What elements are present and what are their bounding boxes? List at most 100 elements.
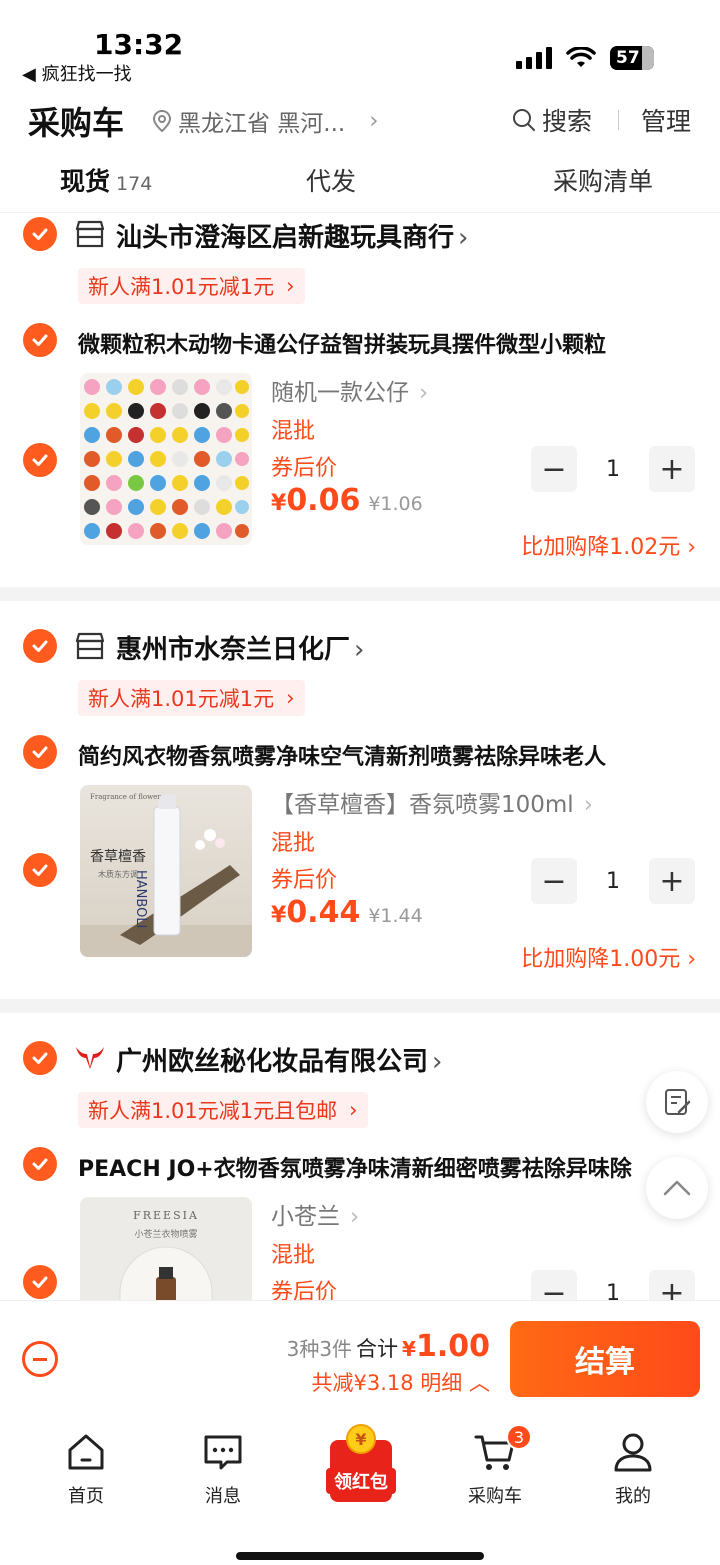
spray-bottle-illustration: HANBOLI Fragrance of flower 香草檀香 木质东方调 (80, 793, 252, 957)
tabbar-cart[interactable]: 3 采购车 (450, 1424, 540, 1508)
mixed-batch-tag: 混批 (271, 831, 316, 856)
price-drop-link[interactable]: 比加购降1.02元 › (521, 529, 696, 561)
item-checkbox[interactable] (23, 1147, 57, 1181)
chevron-right-icon: › (286, 274, 295, 298)
item-title[interactable]: PEACH JO+衣物香氛喷雾净味清新细密喷雾祛除异味除 (78, 1151, 678, 1183)
freesia-brand-text: FREESIA (133, 1209, 199, 1222)
increase-button[interactable]: + (649, 858, 695, 904)
tab-in-stock[interactable]: 现货 174 (60, 162, 152, 198)
after-coupon-label: 券后价 (271, 868, 338, 893)
wifi-icon (566, 47, 596, 67)
deselect-all-button[interactable] (22, 1341, 58, 1377)
tabbar-redpacket[interactable]: ¥ 领红包 (326, 1424, 396, 1502)
shop-name[interactable]: 广州欧丝秘化妆品有限公司 › (116, 1041, 442, 1078)
quantity-value[interactable]: 1 (606, 1281, 620, 1301)
sku-selector[interactable]: 随机一款公仔 › (271, 373, 428, 407)
shop-checkbox[interactable] (23, 629, 57, 663)
shop-name[interactable]: 汕头市澄海区启新趣玩具商行 › (116, 217, 468, 254)
battery-level: 57 (616, 48, 640, 68)
shop-checkbox[interactable] (23, 1041, 57, 1075)
tab-purchase-list[interactable]: 采购清单 (553, 162, 653, 198)
sku-checkbox[interactable] (23, 1265, 57, 1299)
freesia-name-text: 小苍兰衣物喷雾 (134, 1228, 197, 1240)
chevron-right-icon: › (350, 1204, 360, 1230)
home-icon (68, 1434, 104, 1470)
item-checkbox[interactable] (23, 735, 57, 769)
tabbar-home[interactable]: 首页 (41, 1430, 131, 1508)
header: 采购车 黑龙江省 黑河... › 搜索 管理 (0, 96, 720, 146)
shop-name[interactable]: 惠州市水奈兰日化厂 › (116, 629, 364, 666)
promo-badge[interactable]: 新人满1.01元减1元 › (78, 680, 305, 716)
battery-icon: 57 (610, 46, 654, 70)
quantity-stepper: − 1 + (531, 857, 695, 905)
item-title[interactable]: 简约风衣物香氛喷雾净味空气清新剂喷雾祛除异味老人 (78, 739, 702, 771)
mixed-batch-tag: 混批 (271, 1243, 316, 1268)
order-summary: 3种3件 合计 ¥1.00 (287, 1329, 490, 1364)
sku-selector[interactable]: 小苍兰 › (271, 1197, 359, 1231)
location-selector[interactable]: 黑龙江省 黑河... › (152, 104, 378, 138)
edit-note-button[interactable] (646, 1071, 708, 1133)
bottle-sub-text: 木质东方调 (98, 869, 138, 879)
after-coupon-label: 券后价 (271, 1280, 338, 1300)
manage-button[interactable]: 管理 (641, 102, 691, 138)
decrease-button[interactable]: − (531, 1270, 577, 1300)
discount-details-link[interactable]: 共减¥3.18 明细 ︿ (312, 1367, 490, 1397)
sku-checkbox[interactable] (23, 853, 57, 887)
quantity-stepper: − 1 + (531, 445, 695, 493)
decrease-button[interactable]: − (531, 858, 577, 904)
message-icon (204, 1435, 242, 1470)
product-image-toys[interactable] (80, 373, 252, 545)
after-coupon-label: 券后价 (271, 456, 338, 481)
tabbar-messages[interactable]: 消息 (178, 1430, 268, 1508)
status-bar: 13:32 ◀ 疯狂找一找 57 (0, 0, 720, 88)
quantity-value[interactable]: 1 (606, 869, 620, 894)
increase-button[interactable]: + (649, 1270, 695, 1300)
total-amount: ¥1.00 (402, 1329, 490, 1364)
checkout-button[interactable]: 结算 (510, 1321, 700, 1397)
item-title[interactable]: 微颗粒积木动物卡通公仔益智拼装玩具摆件微型小颗粒 (78, 327, 702, 359)
quantity-value[interactable]: 1 (606, 457, 620, 482)
section-divider (0, 587, 720, 601)
tab-dropship[interactable]: 代发 (306, 162, 356, 198)
checkout-bar: 3种3件 合计 ¥1.00 共减¥3.18 明细 ︿ 结算 (0, 1300, 720, 1410)
chevron-up-icon (663, 1180, 691, 1196)
original-price: ¥1.06 (368, 493, 423, 515)
toy-figures-illustration (84, 379, 249, 539)
increase-button[interactable]: + (649, 446, 695, 492)
product-image-freesia[interactable]: FREESIA 小苍兰衣物喷雾 (80, 1197, 252, 1300)
chevron-right-icon: › (419, 380, 429, 406)
tabbar-profile[interactable]: 我的 (588, 1430, 678, 1508)
promo-badge[interactable]: 新人满1.01元减1元 › (78, 268, 305, 304)
store-icon (75, 632, 105, 660)
original-price: ¥1.44 (368, 905, 423, 927)
price-drop-link[interactable]: 比加购降1.00元 › (521, 941, 696, 973)
promo-badge[interactable]: 新人满1.01元减1元且包邮 › (78, 1092, 368, 1128)
shop-checkbox[interactable] (23, 217, 57, 251)
item-price: ¥0.44 ¥1.44 (271, 895, 423, 930)
header-divider (618, 110, 619, 130)
product-image-spray[interactable]: HANBOLI Fragrance of flower 香草檀香 木质东方调 (80, 785, 252, 957)
tab-label: 现货 (60, 167, 111, 196)
item-kinds-count: 3种3件 (286, 1337, 353, 1361)
section-divider (0, 999, 720, 1013)
user-icon (614, 1433, 652, 1472)
sku-selector[interactable]: 【香草檀香】香氛喷雾100ml › (271, 785, 593, 819)
bottle-tagline-text: Fragrance of flower (90, 793, 161, 801)
chevron-right-icon: › (369, 108, 379, 134)
chevron-right-icon: › (583, 792, 593, 818)
cart-list[interactable]: 汕头市澄海区启新趣玩具商行 › 新人满1.01元减1元 › 微颗粒积木动物卡通公仔益… (0, 212, 720, 1300)
search-button[interactable]: 搜索 (512, 102, 592, 138)
back-to-app-link[interactable]: ◀ 疯狂找一找 (22, 60, 132, 86)
decrease-button[interactable]: − (531, 446, 577, 492)
tab-count: 174 (116, 173, 153, 195)
tabbar-label: 领红包 (326, 1468, 396, 1494)
item-price: ¥0.06 ¥1.06 (271, 483, 423, 518)
item-checkbox[interactable] (23, 323, 57, 357)
sku-checkbox[interactable] (23, 443, 57, 477)
scroll-top-button[interactable] (646, 1157, 708, 1219)
search-label: 搜索 (542, 107, 593, 136)
bottle-name-text: 香草檀香 (90, 848, 146, 865)
status-icons: 57 (516, 44, 654, 72)
minus-icon (33, 1357, 47, 1361)
cart-count-badge: 3 (506, 1424, 532, 1450)
